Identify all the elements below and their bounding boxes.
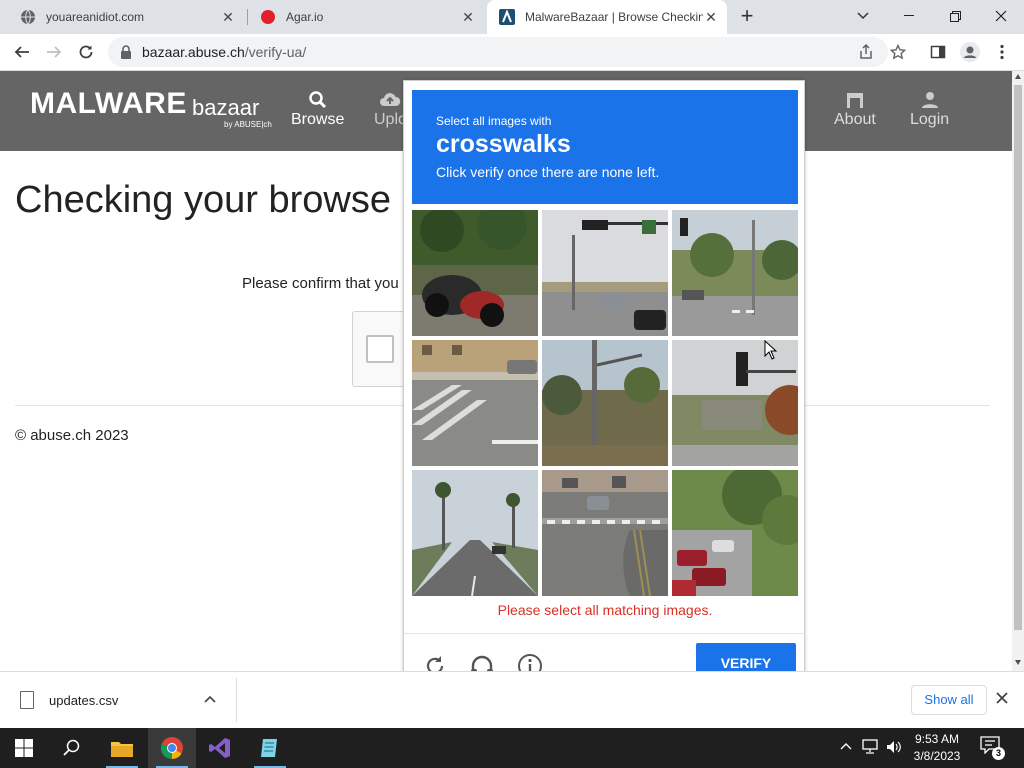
footer-copyright: © abuse.ch 2023	[15, 427, 129, 444]
url-text: bazaar.abuse.ch/verify-ua/	[142, 44, 307, 60]
share-icon[interactable]	[854, 40, 878, 64]
challenge-keyword: crosswalks	[436, 130, 571, 158]
nav-login-label: Login	[910, 111, 950, 128]
tab-strip: youareanidiot.com ✕ Agar.io ✕ MalwareBaz…	[0, 0, 1024, 34]
close-tab-icon[interactable]: ✕	[220, 9, 236, 25]
tab-title: youareanidiot.com	[46, 10, 145, 24]
tab-malwarebazaar[interactable]: MalwareBazaar | Browse Checkin ✕	[487, 0, 727, 34]
nav-upload-label: Uplo	[374, 111, 407, 128]
clock-time: 9:53 AM	[914, 732, 960, 746]
menu-kebab-icon[interactable]	[990, 40, 1014, 64]
show-all-button[interactable]: Show all	[911, 685, 987, 715]
chevron-up-icon[interactable]	[840, 742, 852, 750]
download-separator	[236, 678, 237, 722]
clock-date: 3/8/2023	[913, 749, 961, 763]
windows-taskbar: 9:53 AM 3/8/2023 3	[0, 728, 1024, 768]
challenge-footer-divider	[404, 633, 806, 634]
site-logo[interactable]: MALWARE	[30, 87, 187, 121]
notepad-icon	[261, 739, 277, 757]
site-logo-by: by ABUSE|ch	[224, 120, 272, 129]
challenge-tile-palm-street[interactable]	[412, 470, 538, 596]
scrollbar-thumb[interactable]	[1014, 85, 1022, 630]
challenge-header: Select all images with crosswalks Click …	[412, 90, 798, 204]
user-icon	[921, 92, 938, 108]
taskbar-visual-studio[interactable]	[196, 728, 244, 768]
about-icon	[846, 93, 863, 108]
nav-about-label: About	[834, 111, 876, 128]
address-bar[interactable]: bazaar.abuse.ch/verify-ua/	[108, 37, 888, 67]
bookmark-star-icon[interactable]	[886, 40, 910, 64]
nav-browse-label: Browse	[291, 111, 345, 128]
close-tab-icon[interactable]: ✕	[703, 9, 719, 25]
page-title: Checking your browse	[15, 179, 391, 221]
new-tab-button[interactable]: +	[725, 0, 769, 32]
taskbar-file-explorer[interactable]	[98, 728, 146, 768]
reload-button[interactable]	[74, 40, 98, 64]
tab-search-icon[interactable]	[840, 0, 886, 32]
close-tab-icon[interactable]: ✕	[460, 9, 476, 25]
mouse-cursor-icon	[764, 340, 778, 360]
back-button[interactable]	[10, 40, 34, 64]
folder-icon	[111, 742, 133, 757]
challenge-prompt: Select all images with	[436, 114, 552, 128]
challenge-tile-motorcycles[interactable]	[412, 210, 538, 336]
browser-toolbar: bazaar.abuse.ch/verify-ua/	[0, 34, 1024, 71]
page-scrollbar[interactable]	[1012, 71, 1024, 671]
taskbar-search-button[interactable]	[48, 728, 96, 768]
file-icon	[20, 691, 34, 709]
taskbar-chrome[interactable]	[148, 728, 196, 768]
profile-avatar-icon[interactable]	[958, 40, 982, 64]
captcha-checkbox[interactable]	[366, 335, 394, 363]
challenge-tile-intersection[interactable]	[542, 210, 668, 336]
abuse-logo-icon	[499, 9, 515, 25]
challenge-instruction: Click verify once there are none left.	[436, 164, 660, 180]
challenge-tile-traffic-light-building[interactable]	[672, 340, 798, 466]
windows-logo-icon	[15, 739, 33, 757]
download-bar: updates.csv Show all	[0, 671, 1024, 728]
notifications-button[interactable]: 3	[980, 736, 1005, 760]
chrome-icon	[161, 737, 183, 759]
close-download-bar-icon[interactable]	[996, 688, 1008, 709]
side-panel-icon[interactable]	[926, 40, 950, 64]
taskbar-notepad[interactable]	[246, 728, 294, 768]
notification-count-badge: 3	[992, 747, 1005, 760]
taskbar-clock[interactable]: 9:53 AM 3/8/2023	[900, 731, 974, 765]
challenge-tile-traffic-light-street[interactable]	[672, 210, 798, 336]
network-icon[interactable]	[862, 739, 880, 755]
lock-icon[interactable]	[120, 45, 132, 59]
visual-studio-icon	[209, 738, 230, 758]
chevron-up-icon[interactable]	[204, 690, 216, 706]
start-button[interactable]	[0, 728, 48, 768]
close-window-button[interactable]	[978, 0, 1024, 32]
restore-button[interactable]	[932, 0, 978, 32]
challenge-tile-hillside-pole[interactable]	[542, 340, 668, 466]
cloud-upload-icon	[380, 93, 401, 106]
nav-upload[interactable]: Uplo	[374, 89, 407, 129]
tab-youareanidiot[interactable]: youareanidiot.com ✕	[8, 0, 244, 34]
tab-agar[interactable]: Agar.io ✕	[248, 0, 484, 34]
confirm-text: Please confirm that you	[242, 275, 399, 292]
nav-about[interactable]: About	[834, 89, 876, 129]
tab-title: Agar.io	[286, 10, 324, 24]
forward-button[interactable]	[42, 40, 66, 64]
challenge-tile-crosswalk-overhead[interactable]	[542, 470, 668, 596]
search-icon	[63, 739, 80, 756]
challenge-tile-crosswalk-corner[interactable]	[412, 340, 538, 466]
challenge-error-message: Please select all matching images.	[497, 602, 713, 618]
globe-icon	[21, 9, 35, 25]
agar-icon	[261, 10, 275, 24]
site-logo-sub: bazaar	[192, 95, 260, 120]
captcha-challenge-popup: Select all images with crosswalks Click …	[403, 80, 806, 683]
minimize-button[interactable]	[886, 0, 932, 32]
download-filename[interactable]: updates.csv	[49, 693, 118, 708]
challenge-tile-parked-cars[interactable]	[672, 470, 798, 596]
nav-browse[interactable]: Browse	[291, 89, 344, 129]
nav-login[interactable]: Login	[910, 89, 949, 129]
search-icon	[308, 91, 326, 109]
tab-title: MalwareBazaar | Browse Checkin	[525, 10, 703, 24]
